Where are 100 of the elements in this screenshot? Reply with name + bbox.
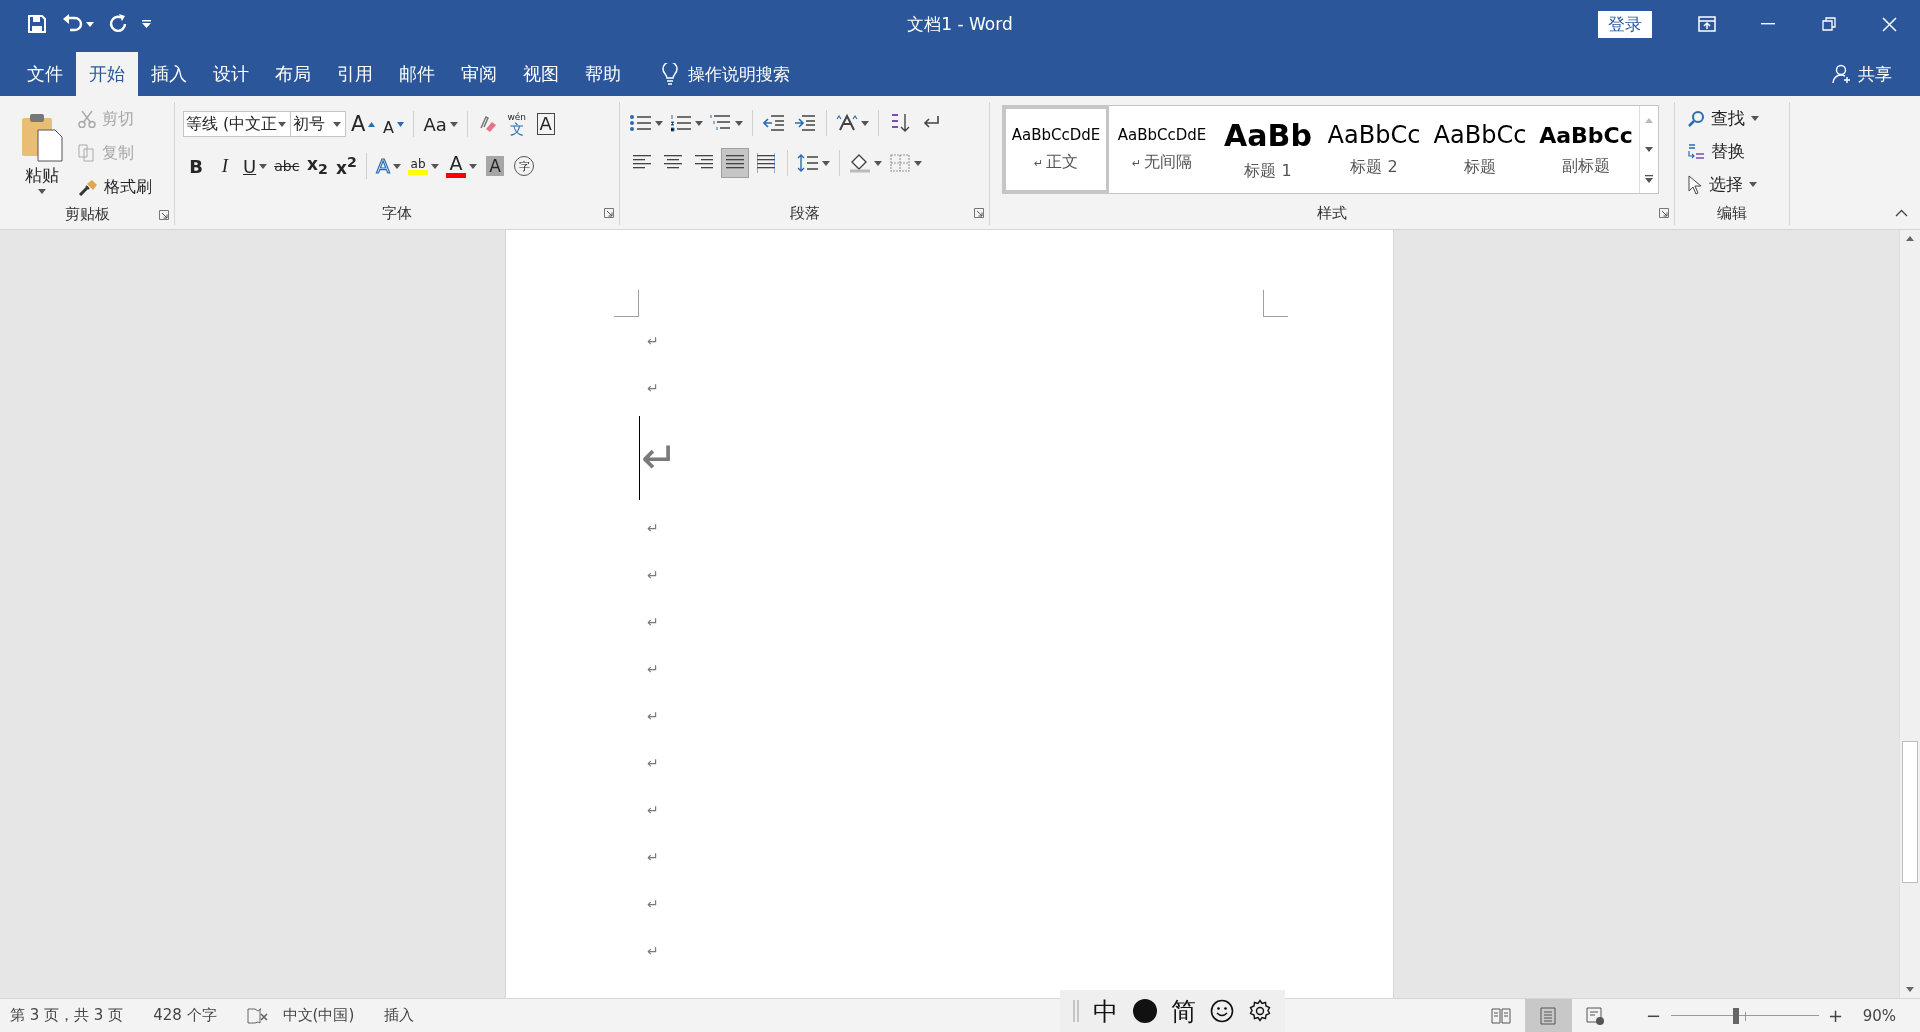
font-color-button[interactable]: A [444, 150, 480, 182]
group-label: 样式 [1317, 203, 1347, 223]
group-label: 编辑 [1717, 203, 1747, 223]
zoom-in-button[interactable]: + [1822, 1005, 1849, 1026]
caret-icon [449, 121, 458, 127]
highlight-button[interactable]: ab [406, 150, 442, 182]
character-border-button[interactable]: A [532, 108, 559, 140]
character-shading-button[interactable]: A [482, 150, 509, 182]
caret-icon [142, 20, 151, 28]
caret-icon [1906, 987, 1914, 992]
style-item[interactable]: AaBbCcDdE ↵ 正文 [1003, 106, 1109, 193]
caret-icon [333, 121, 341, 127]
style-item[interactable]: AaBbCc 标题 2 [1321, 106, 1427, 193]
paragraph-mark: ↵ [647, 802, 659, 817]
grow-font-button[interactable]: A [349, 108, 378, 140]
caret-icon [874, 160, 882, 166]
page-count[interactable]: 第 3 页，共 3 页 [10, 1006, 124, 1025]
dialog-launcher-icon[interactable] [974, 208, 984, 218]
ribbon-tab[interactable]: 引用 [324, 52, 386, 96]
read-layout-icon [1491, 1005, 1512, 1026]
superscript-button[interactable]: x$^{2}$ [333, 150, 360, 182]
zoom-percentage[interactable]: 90% [1862, 1006, 1896, 1025]
format-painter-button[interactable]: 格式刷 [78, 170, 152, 204]
ribbon-tab[interactable]: 设计 [200, 52, 262, 96]
caret-icon [393, 163, 402, 169]
caret-icon [1645, 147, 1653, 152]
change-case-button[interactable]: Aa [421, 108, 460, 140]
print-view-button[interactable] [1524, 999, 1572, 1032]
ribbon-tab[interactable]: 布局 [262, 52, 324, 96]
search-icon [1687, 109, 1705, 128]
ribbon-tab[interactable]: 视图 [510, 52, 572, 96]
italic-button[interactable]: I [212, 150, 238, 182]
down-triangle-icon [396, 121, 404, 127]
input-mode-button[interactable]: 中 [1092, 992, 1118, 1030]
copy-icon [78, 144, 96, 162]
ribbon-tab[interactable]: 插入 [138, 52, 200, 96]
caret-icon [695, 120, 703, 126]
caret-icon [735, 120, 743, 126]
paragraph-mark: ↵ [647, 520, 659, 535]
caret-icon [469, 163, 478, 169]
ribbon-tab[interactable]: 审阅 [448, 52, 510, 96]
zoom-slider-thumb[interactable] [1732, 1007, 1739, 1024]
eraser-icon [477, 114, 498, 134]
grip-icon[interactable] [1072, 1000, 1079, 1022]
paragraph-mark: ↵ [647, 380, 659, 395]
replace-button[interactable]: 替换 [1687, 135, 1759, 168]
caret-icon [861, 120, 869, 126]
zoom-out-button[interactable]: − [1640, 1005, 1667, 1026]
paragraph-mark: ↵ [647, 943, 659, 958]
word-count[interactable]: 428 个字 [153, 1006, 217, 1025]
style-item[interactable]: AaBbCc 标题 [1427, 106, 1533, 193]
collapse-ribbon-icon[interactable] [1895, 209, 1908, 217]
proofing-icon[interactable] [246, 1006, 269, 1025]
web-layout-icon [1585, 1005, 1606, 1026]
language-label[interactable]: 中文(中国) [282, 1006, 355, 1025]
style-item[interactable]: AaBb 标题 1 [1215, 106, 1321, 193]
pointer-icon [1687, 174, 1703, 195]
up-triangle-icon [1906, 236, 1914, 241]
ribbon-tab[interactable]: 开始 [76, 52, 138, 96]
paragraph-mark: ↵ [647, 849, 659, 864]
filled-circle-icon [1131, 998, 1158, 1024]
strikethrough-button[interactable]: abc [272, 150, 302, 182]
enclose-characters-button[interactable]: 字 [511, 150, 538, 182]
corner-mark [1263, 290, 1288, 317]
paragraph-mark: ↵ [647, 755, 659, 770]
vertical-scrollbar[interactable] [1899, 230, 1920, 998]
select-button[interactable]: 选择 [1687, 168, 1759, 201]
ribbon-tab[interactable]: 文件 [14, 52, 76, 96]
close-icon [1882, 16, 1897, 32]
script-button[interactable]: 简 [1171, 992, 1197, 1030]
ribbon-tab[interactable]: 邮件 [386, 52, 448, 96]
minimize-icon [1760, 23, 1775, 25]
caret-icon [431, 163, 440, 169]
font-name-field[interactable]: 等线 (中文正 [183, 111, 291, 137]
paragraph-mark: ↵ [647, 708, 659, 723]
lightbulb-icon [662, 63, 678, 85]
paste-button[interactable]: 粘贴 [12, 102, 72, 204]
group-label: 剪贴板 [64, 205, 110, 224]
bullets-icon [630, 113, 652, 133]
style-item[interactable]: AaBbCc 副标题 [1533, 106, 1639, 193]
style-item[interactable]: AaBbCcDdE ↵ 无间隔 [1109, 106, 1215, 193]
restore-icon [1821, 17, 1836, 31]
find-button[interactable]: 查找 [1687, 102, 1759, 135]
subscript-button[interactable]: x$_{2}$ [304, 150, 331, 182]
align-justify-button[interactable] [721, 148, 749, 178]
dialog-launcher-icon[interactable] [604, 208, 614, 218]
underline-button[interactable]: U [241, 150, 270, 182]
insert-mode-label[interactable]: 插入 [384, 1006, 415, 1025]
ribbon-tab[interactable]: 帮助 [572, 52, 634, 96]
tell-me-search[interactable]: 操作说明搜索 [662, 52, 790, 96]
font-size-field[interactable]: 初号 [290, 111, 346, 137]
bold-button[interactable]: B [183, 150, 209, 182]
shrink-font-button[interactable]: A [380, 108, 407, 140]
scroll-thumb[interactable] [1902, 741, 1918, 883]
phonetic-guide-button[interactable]: wén 文 [503, 108, 530, 140]
dialog-launcher-icon[interactable] [159, 209, 169, 220]
share-button[interactable]: 共享 [1832, 52, 1892, 96]
sign-in-button[interactable]: 登录 [1598, 10, 1652, 38]
dialog-launcher-icon[interactable] [1659, 208, 1669, 218]
ribbon-display-icon [1697, 16, 1716, 32]
